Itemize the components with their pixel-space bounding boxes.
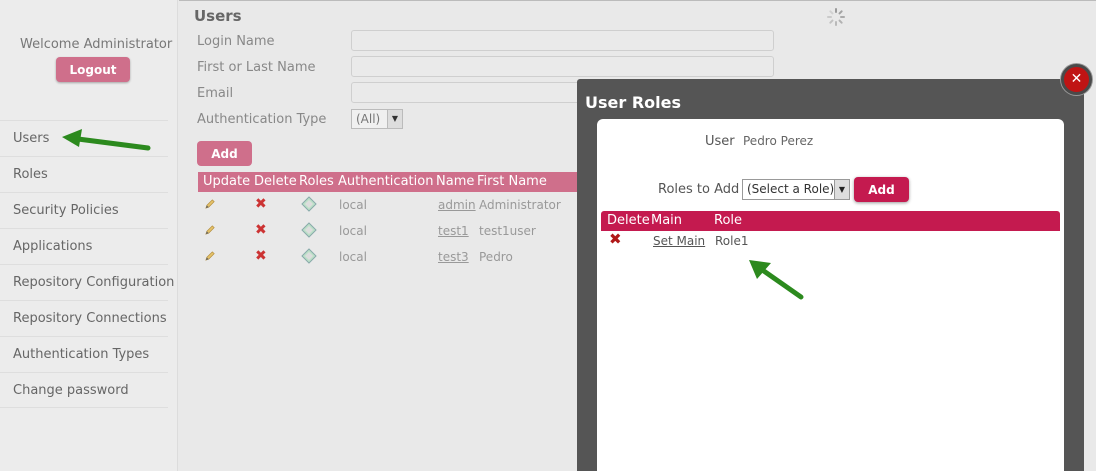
first-name-cell: Administrator <box>479 198 561 212</box>
close-icon[interactable]: ✕ <box>1061 64 1092 95</box>
table-row: ✖ Set Main Role1 <box>601 231 1060 251</box>
col-first-name: First Name <box>477 174 547 189</box>
auth-type-value: (All) <box>356 112 381 126</box>
auth-cell: local <box>339 224 367 238</box>
roles-table: Delete Main Role ✖ Set Main Role1 <box>601 211 1060 251</box>
sidebar: Welcome Administrator Logout Users Roles… <box>0 0 178 471</box>
set-main-link[interactable]: Set Main <box>653 234 705 248</box>
sidebar-item-repository-connections[interactable]: Repository Connections <box>0 300 168 336</box>
role-cell: Role1 <box>715 234 749 248</box>
email-label: Email <box>197 86 234 101</box>
edit-pencil-icon[interactable] <box>205 224 216 238</box>
sidebar-nav: Users Roles Security Policies Applicatio… <box>0 120 174 408</box>
roles-icon[interactable] <box>301 248 317 267</box>
sidebar-item-repository-configuration[interactable]: Repository Configuration <box>0 264 174 300</box>
role-select-value: (Select a Role) <box>747 182 835 196</box>
sidebar-item-change-password[interactable]: Change password <box>0 372 168 408</box>
sidebar-item-authentication-types[interactable]: Authentication Types <box>0 336 168 372</box>
roles-table-header: Delete Main Role <box>601 211 1060 231</box>
table-row: ✖ local test1 test1user <box>198 218 598 244</box>
page-title: Users <box>194 7 242 25</box>
auth-type-label: Authentication Type <box>197 112 327 127</box>
sidebar-item-roles[interactable]: Roles <box>0 156 168 192</box>
roles-to-add-label: Roles to Add <box>658 182 740 197</box>
users-table: Update Delete Roles Authentication Name … <box>198 172 598 270</box>
delete-icon[interactable]: ✖ <box>255 223 267 237</box>
role-select[interactable]: (Select a Role) ▼ <box>742 179 850 200</box>
login-name-label: Login Name <box>197 34 275 49</box>
delete-icon[interactable]: ✖ <box>255 197 267 211</box>
user-label: User <box>705 134 735 149</box>
logout-button[interactable]: Logout <box>56 57 130 82</box>
roles-icon[interactable] <box>301 196 317 215</box>
auth-cell: local <box>339 198 367 212</box>
login-name-input[interactable] <box>351 30 774 51</box>
add-role-button[interactable]: Add <box>854 177 909 202</box>
col-name: Name <box>436 174 475 189</box>
first-name-cell: test1user <box>479 224 536 238</box>
col-update: Update <box>203 174 251 189</box>
edit-pencil-icon[interactable] <box>205 250 216 264</box>
col-delete: Delete <box>607 213 650 228</box>
dropdown-arrow-icon: ▼ <box>834 180 849 199</box>
user-value: Pedro Perez <box>743 134 814 148</box>
col-role: Role <box>714 213 743 228</box>
table-row: ✖ local admin Administrator <box>198 192 598 218</box>
col-main: Main <box>651 213 683 228</box>
user-name-link[interactable]: test3 <box>438 250 469 264</box>
delete-role-icon[interactable]: ✖ <box>609 232 622 247</box>
roles-icon[interactable] <box>301 222 317 241</box>
edit-pencil-icon[interactable] <box>205 198 216 212</box>
sidebar-item-security-policies[interactable]: Security Policies <box>0 192 168 228</box>
col-delete: Delete <box>254 174 297 189</box>
user-name-link[interactable]: admin <box>438 198 476 212</box>
loading-spinner-icon <box>827 8 845 26</box>
dialog-body: User Pedro Perez Roles to Add (Select a … <box>597 119 1064 471</box>
table-row: ✖ local test3 Pedro <box>198 244 598 270</box>
col-authentication: Authentication <box>338 174 434 189</box>
annotation-arrow-icon <box>62 129 151 151</box>
delete-icon[interactable]: ✖ <box>255 249 267 263</box>
name-label: First or Last Name <box>197 60 316 75</box>
col-roles: Roles <box>299 174 334 189</box>
first-name-cell: Pedro <box>479 250 513 264</box>
annotation-arrow-icon <box>749 260 804 300</box>
auth-cell: local <box>339 250 367 264</box>
user-name-link[interactable]: test1 <box>438 224 469 238</box>
dropdown-arrow-icon: ▼ <box>387 110 402 128</box>
auth-type-select[interactable]: (All) ▼ <box>351 109 403 129</box>
add-user-button[interactable]: Add <box>197 141 252 166</box>
name-input[interactable] <box>351 56 774 77</box>
welcome-text: Welcome Administrator <box>20 37 173 52</box>
sidebar-item-applications[interactable]: Applications <box>0 228 168 264</box>
user-roles-dialog: User Roles User Pedro Perez Roles to Add… <box>577 79 1084 471</box>
users-table-header: Update Delete Roles Authentication Name … <box>198 172 598 192</box>
dialog-title: User Roles <box>585 93 681 112</box>
